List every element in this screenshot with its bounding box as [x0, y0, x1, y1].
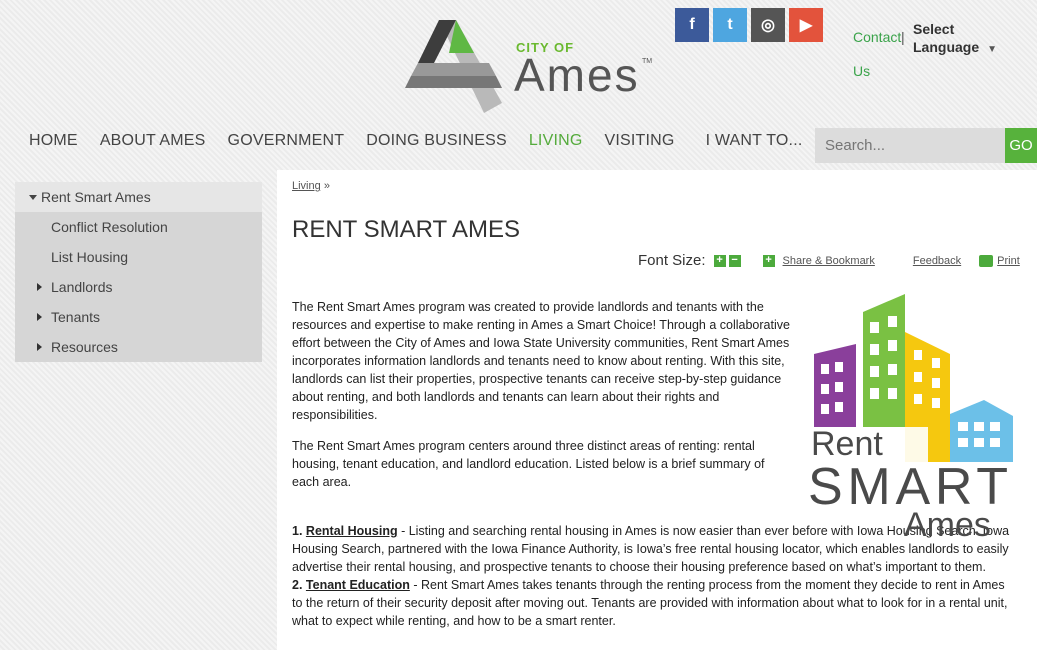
- rental-housing-link[interactable]: Rental Housing: [306, 524, 398, 538]
- sidebar-item-tenants[interactable]: Tenants: [15, 302, 262, 332]
- sidebar-item-label: Landlords: [51, 279, 113, 295]
- main-nav: HOME ABOUT AMES GOVERNMENT DOING BUSINES…: [29, 132, 825, 150]
- city-of-ames-logo[interactable]: CITY OF Ames TM: [404, 18, 654, 113]
- nav-government[interactable]: GOVERNMENT: [228, 132, 345, 150]
- search-input[interactable]: [815, 128, 1005, 163]
- twitter-icon[interactable]: t: [713, 8, 747, 42]
- page-title: RENT SMART AMES: [292, 216, 521, 243]
- language-select-label[interactable]: Select Language: [913, 21, 979, 55]
- contact-us-label[interactable]: Contact Us: [853, 29, 901, 79]
- sidebar-item-rent-smart-ames[interactable]: Rent Smart Ames: [15, 182, 262, 212]
- list-item-number: 1.: [292, 524, 303, 538]
- nav-about-ames[interactable]: ABOUT AMES: [100, 132, 206, 150]
- triangle-right-icon: [37, 343, 42, 351]
- triangle-down-icon: [29, 194, 37, 200]
- chevron-down-icon: ▼: [987, 44, 998, 55]
- sidebar-item-label: Tenants: [51, 309, 101, 325]
- share-plus-icon[interactable]: +: [762, 254, 775, 267]
- sidebar-item-label: Rent Smart Ames: [41, 189, 151, 205]
- breadcrumb-separator: »: [323, 180, 330, 192]
- nav-home[interactable]: HOME: [29, 132, 78, 150]
- sidebar-item-resources[interactable]: Resources: [15, 332, 262, 362]
- logo-tm: TM: [642, 58, 653, 65]
- tenant-education-link[interactable]: Tenant Education: [306, 578, 410, 592]
- language-select[interactable]: Select Language ▼: [913, 20, 1037, 59]
- print-link[interactable]: Print: [997, 255, 1020, 267]
- font-size-label: Font Size:: [638, 252, 706, 269]
- instagram-icon[interactable]: ◎: [751, 8, 785, 42]
- sidebar-item-conflict-resolution[interactable]: Conflict Resolution: [15, 212, 262, 242]
- page-tools: Font Size: + − + Share & Bookmark Feedba…: [638, 252, 1020, 269]
- sidebar-item-list-housing[interactable]: List Housing: [15, 242, 262, 272]
- print-icon[interactable]: [979, 254, 994, 267]
- list-item: 2. Tenant Education - Rent Smart Ames ta…: [292, 578, 1007, 628]
- feedback-link[interactable]: Feedback: [913, 255, 961, 267]
- sidebar-item-label: Resources: [51, 339, 118, 355]
- list-item-number: 2.: [292, 578, 303, 592]
- nav-visiting[interactable]: VISITING: [605, 132, 675, 150]
- share-bookmark-link[interactable]: Share & Bookmark: [783, 255, 875, 267]
- breadcrumb: Living »: [292, 180, 330, 192]
- contact-separator: |: [901, 29, 905, 45]
- social-links: f t ◎ ▶: [675, 8, 823, 42]
- nav-living[interactable]: LIVING: [529, 132, 583, 150]
- rent-smart-ames-logo: Rent SMART Ames: [808, 294, 1013, 542]
- sidebar-item-landlords[interactable]: Landlords: [15, 272, 262, 302]
- summary-paragraph: The Rent Smart Ames program centers arou…: [292, 439, 765, 489]
- nav-doing-business[interactable]: DOING BUSINESS: [366, 132, 507, 150]
- rsa-logo-ames: Ames: [904, 506, 991, 542]
- font-decrease-icon[interactable]: −: [728, 254, 741, 267]
- logo-ames-text: Ames: [514, 49, 640, 101]
- nav-i-want-to[interactable]: I WANT TO...: [706, 132, 803, 150]
- triangle-right-icon: [37, 283, 42, 291]
- main-content: Living » RENT SMART AMES Font Size: + − …: [277, 170, 1037, 650]
- intro-paragraph: The Rent Smart Ames program was created …: [292, 300, 790, 422]
- sidebar-item-label: Conflict Resolution: [51, 219, 168, 235]
- facebook-icon[interactable]: f: [675, 8, 709, 42]
- sidebar-item-label: List Housing: [51, 249, 129, 265]
- youtube-icon[interactable]: ▶: [789, 8, 823, 42]
- triangle-right-icon: [37, 313, 42, 321]
- breadcrumb-living-link[interactable]: Living: [292, 180, 321, 192]
- ames-logo-mark-icon: [405, 20, 502, 113]
- font-increase-icon[interactable]: +: [713, 254, 726, 267]
- sidebar: Rent Smart Ames Conflict Resolution List…: [15, 182, 262, 362]
- search-go-button[interactable]: GO: [1005, 128, 1037, 163]
